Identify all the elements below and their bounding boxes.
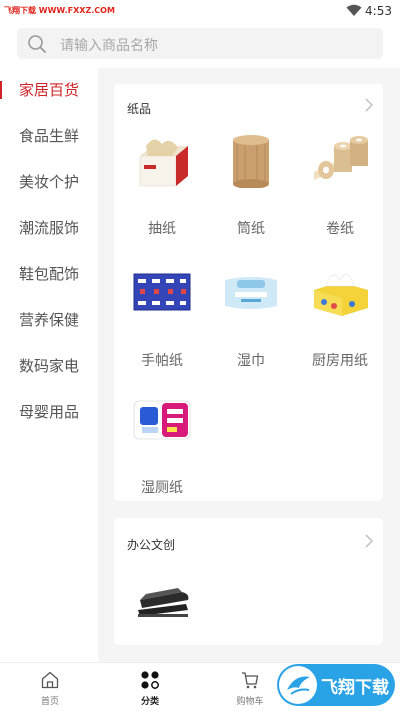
sidebar-item-home-goods[interactable]: 家居百货 (0, 70, 98, 110)
kitchen-paper-icon (314, 273, 368, 316)
sidebar-item-baby[interactable]: 母婴用品 (0, 392, 98, 432)
stapler-icon (138, 588, 189, 617)
nav-category[interactable]: 分类 (100, 663, 200, 711)
wifi-icon (346, 4, 362, 16)
status-time: 4:53 (365, 4, 392, 18)
nav-label: 首页 (40, 697, 59, 707)
bird-logo-icon (287, 676, 310, 695)
search-placeholder: 请输入商品名称 (60, 38, 158, 54)
status-bar: 飞翔下载 WWW.FXXZ.COM 4:53 (0, 0, 400, 22)
tissue-box-icon (139, 139, 188, 187)
section-title: 办公文创 (127, 538, 176, 552)
category-label: 厨房用纸 (312, 353, 368, 369)
sidebar-item-beauty[interactable]: 美妆个护 (0, 162, 98, 202)
search-bar: 请输入商品名称 (0, 22, 400, 68)
category-label: 卷纸 (326, 221, 354, 237)
wet-toilet-paper-icon (133, 400, 191, 440)
chevron-right-icon[interactable] (365, 534, 373, 548)
sidebar-item-health[interactable]: 营养保健 (0, 300, 98, 340)
category-label: 筒纸 (237, 221, 265, 237)
sidebar-item-food[interactable]: 食品生鲜 (0, 116, 98, 156)
section-card-office: 办公文创 (114, 518, 383, 645)
nav-label: 分类 (140, 697, 159, 707)
search-icon (28, 35, 46, 53)
category-label: 手帕纸 (141, 353, 183, 369)
home-icon (41, 671, 59, 689)
watermark-logo (279, 666, 317, 704)
watermark-badge: 飞翔下载 (277, 664, 395, 706)
nav-home[interactable]: 首页 (0, 663, 100, 711)
pocket-tissue-pack-icon (133, 273, 191, 311)
sidebar-item-electronics[interactable]: 数码家电 (0, 346, 98, 386)
toilet-roll-icon (233, 135, 269, 188)
category-label: 抽纸 (148, 221, 176, 237)
category-sidebar: 家居百货 食品生鲜 美妆个护 潮流服饰 鞋包配饰 营养保健 数码家电 母婴用品 (0, 68, 98, 662)
category-label: 湿厕纸 (141, 480, 183, 496)
category-item-stapler[interactable] (117, 570, 207, 626)
paper-rolls-icon (314, 136, 368, 180)
search-input[interactable]: 请输入商品名称 (17, 28, 383, 59)
sidebar-item-shoes-bags[interactable]: 鞋包配饰 (0, 254, 98, 294)
section-card-paper: 纸品 抽纸 筒纸 卷纸 手帕纸 湿巾 厨房用纸 湿厕纸 (114, 84, 383, 501)
section-title: 纸品 (127, 102, 152, 116)
watermark-badge-text: 飞翔下载 (321, 678, 389, 698)
cart-icon (242, 672, 259, 689)
chevron-right-icon[interactable] (365, 98, 373, 112)
sidebar-item-fashion[interactable]: 潮流服饰 (0, 208, 98, 248)
watermark-text: 飞翔下载 WWW.FXXZ.COM (4, 6, 115, 15)
wet-wipes-icon (225, 277, 277, 309)
category-label: 湿巾 (237, 353, 265, 369)
category-icon (141, 671, 159, 689)
